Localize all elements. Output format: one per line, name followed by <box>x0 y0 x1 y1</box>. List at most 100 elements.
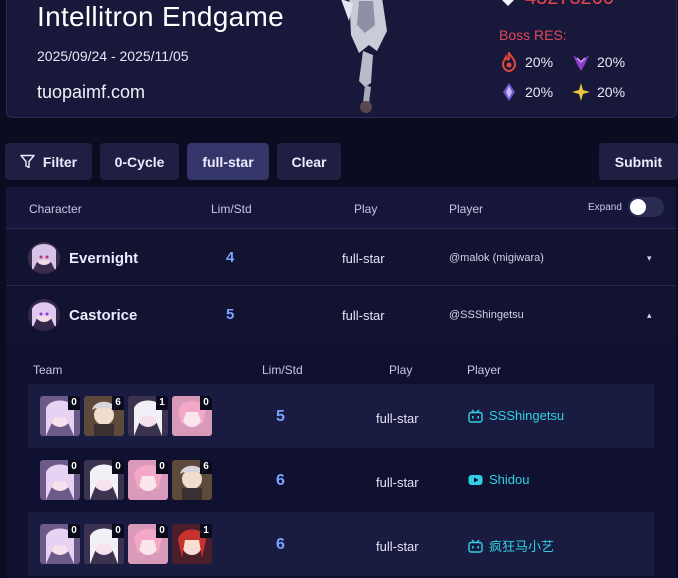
team-limstd: 6 <box>276 536 285 553</box>
toggle-knob <box>629 199 646 215</box>
res-fire-value: 20% <box>525 54 554 70</box>
team-row[interactable]: 0 0 0 6 6 full-star Shidou <box>28 448 654 512</box>
filter-button-label: Filter <box>42 153 78 170</box>
clear-button[interactable]: Clear <box>277 143 341 180</box>
team-player-link[interactable]: SSShingetsu <box>468 408 564 423</box>
player-handle[interactable]: @SSShingetsu <box>449 309 524 321</box>
bilibili-icon <box>468 539 483 553</box>
play-value: full-star <box>342 308 385 323</box>
table-row[interactable]: Castorice 5 full-star @SSShingetsu ▴ <box>6 287 676 343</box>
eidolon-badge: 0 <box>156 524 168 538</box>
boss-portrait <box>341 0 387 113</box>
bilibili-icon <box>468 409 483 423</box>
eidolon-badge: 1 <box>200 524 212 538</box>
team-limstd: 6 <box>276 472 285 489</box>
heart-icon <box>502 0 514 6</box>
eidolon-badge: 0 <box>68 396 80 410</box>
team-row[interactable]: 0 0 0 1 6 full-star 疯狂马小艺 <box>28 512 654 576</box>
expand-toggle-group: Expand <box>588 197 664 217</box>
team-player-name: 疯狂马小艺 <box>489 539 555 554</box>
team-member-portrait: 6 <box>172 460 212 500</box>
play-value: full-star <box>342 251 385 266</box>
eidolon-badge: 0 <box>200 396 212 410</box>
player-handle[interactable]: @malok (migiwara) <box>449 252 544 264</box>
team-member-portrait: 0 <box>172 396 212 436</box>
team-row[interactable]: 0 6 1 0 5 full-star SSShingetsu <box>28 384 654 448</box>
expand-label: Expand <box>588 201 622 213</box>
sub-header-team: Team <box>33 363 63 377</box>
team-limstd: 5 <box>276 408 285 425</box>
sub-header-play: Play <box>389 363 413 377</box>
resistance-list: 20% 20% 20% 20% <box>499 52 643 102</box>
team-member-portrait: 1 <box>128 396 168 436</box>
event-dates: 2025/09/24 - 2025/11/05 <box>37 48 189 64</box>
team-member-portrait: 0 <box>84 460 124 500</box>
boss-hp: 43273200 <box>499 0 614 10</box>
cycle-filter-button[interactable]: 0-Cycle <box>100 143 179 180</box>
filter-icon <box>20 154 35 169</box>
team-member-portrait: 0 <box>40 524 80 564</box>
team-player-link[interactable]: Shidou <box>468 472 529 487</box>
team-player-name: SSShingetsu <box>489 408 565 423</box>
boss-hp-value: 43273200 <box>525 0 614 10</box>
chevron-up-icon[interactable]: ▴ <box>647 310 652 321</box>
boss-title: Intellitron Endgame <box>37 1 284 32</box>
chevron-down-icon[interactable]: ▾ <box>647 253 652 264</box>
filter-button[interactable]: Filter <box>5 143 92 180</box>
youtube-icon <box>468 474 483 485</box>
character-name: Castorice <box>69 307 138 324</box>
expand-toggle[interactable] <box>627 197 664 217</box>
fire-element-icon <box>501 52 517 72</box>
limstd-value: 5 <box>226 306 235 323</box>
team-member-portrait: 0 <box>40 396 80 436</box>
res-wind: 20% <box>571 52 643 72</box>
res-fire: 20% <box>499 52 571 72</box>
boss-info-card: Intellitron Endgame 2025/09/24 - 2025/11… <box>6 0 677 118</box>
cycle-filter-label: 0-Cycle <box>114 153 165 170</box>
fullstar-filter-label: full-star <box>202 153 254 170</box>
sub-header-player: Player <box>467 363 502 377</box>
clear-button-label: Clear <box>291 153 327 170</box>
res-wind-value: 20% <box>597 54 626 70</box>
team-member-portrait: 1 <box>172 524 212 564</box>
eidolon-badge: 0 <box>112 460 124 474</box>
team-play: full-star <box>376 475 419 490</box>
team-member-portrait: 0 <box>40 460 80 500</box>
team-details: Team Lim/Std Play Player 0 6 1 0 5 full-… <box>6 342 676 578</box>
wind-element-icon <box>573 55 589 71</box>
eidolon-badge: 6 <box>200 460 212 474</box>
submit-button[interactable]: Submit <box>599 143 678 180</box>
clears-table: Character Lim/Std Play Player Expand Eve… <box>6 187 676 578</box>
physical-element-icon <box>572 83 590 101</box>
team-play: full-star <box>376 411 419 426</box>
team-play: full-star <box>376 539 419 554</box>
team-member-portrait: 0 <box>84 524 124 564</box>
eidolon-badge: 6 <box>112 396 124 410</box>
team-member-portrait: 0 <box>128 460 168 500</box>
header-character: Character <box>29 202 82 216</box>
character-name: Evernight <box>69 250 139 267</box>
header-limstd: Lim/Std <box>211 202 252 216</box>
table-row[interactable]: Evernight 4 full-star @malok (migiwara) … <box>6 230 676 286</box>
eidolon-badge: 0 <box>112 524 124 538</box>
team-member-portrait: 6 <box>84 396 124 436</box>
team-player-name: Shidou <box>489 472 530 487</box>
site-watermark: tuopaimf.com <box>37 82 146 102</box>
limstd-value: 4 <box>226 249 235 266</box>
avatar <box>28 299 60 331</box>
table-header: Character Lim/Std Play Player Expand <box>6 187 676 229</box>
team-member-portrait: 0 <box>128 524 168 564</box>
header-player: Player <box>449 202 484 216</box>
res-physical: 20% <box>571 82 643 102</box>
sub-header-limstd: Lim/Std <box>262 363 303 377</box>
boss-res-label: Boss RES: <box>499 27 567 43</box>
eidolon-badge: 0 <box>68 524 80 538</box>
fullstar-filter-button[interactable]: full-star <box>187 143 269 180</box>
res-physical-value: 20% <box>597 84 626 100</box>
team-player-link[interactable]: 疯狂马小艺 <box>468 536 554 555</box>
header-play: Play <box>354 202 378 216</box>
res-lightning-value: 20% <box>525 84 554 100</box>
lightning-element-icon <box>503 83 515 101</box>
submit-button-label: Submit <box>614 153 663 170</box>
eidolon-badge: 1 <box>156 396 168 410</box>
